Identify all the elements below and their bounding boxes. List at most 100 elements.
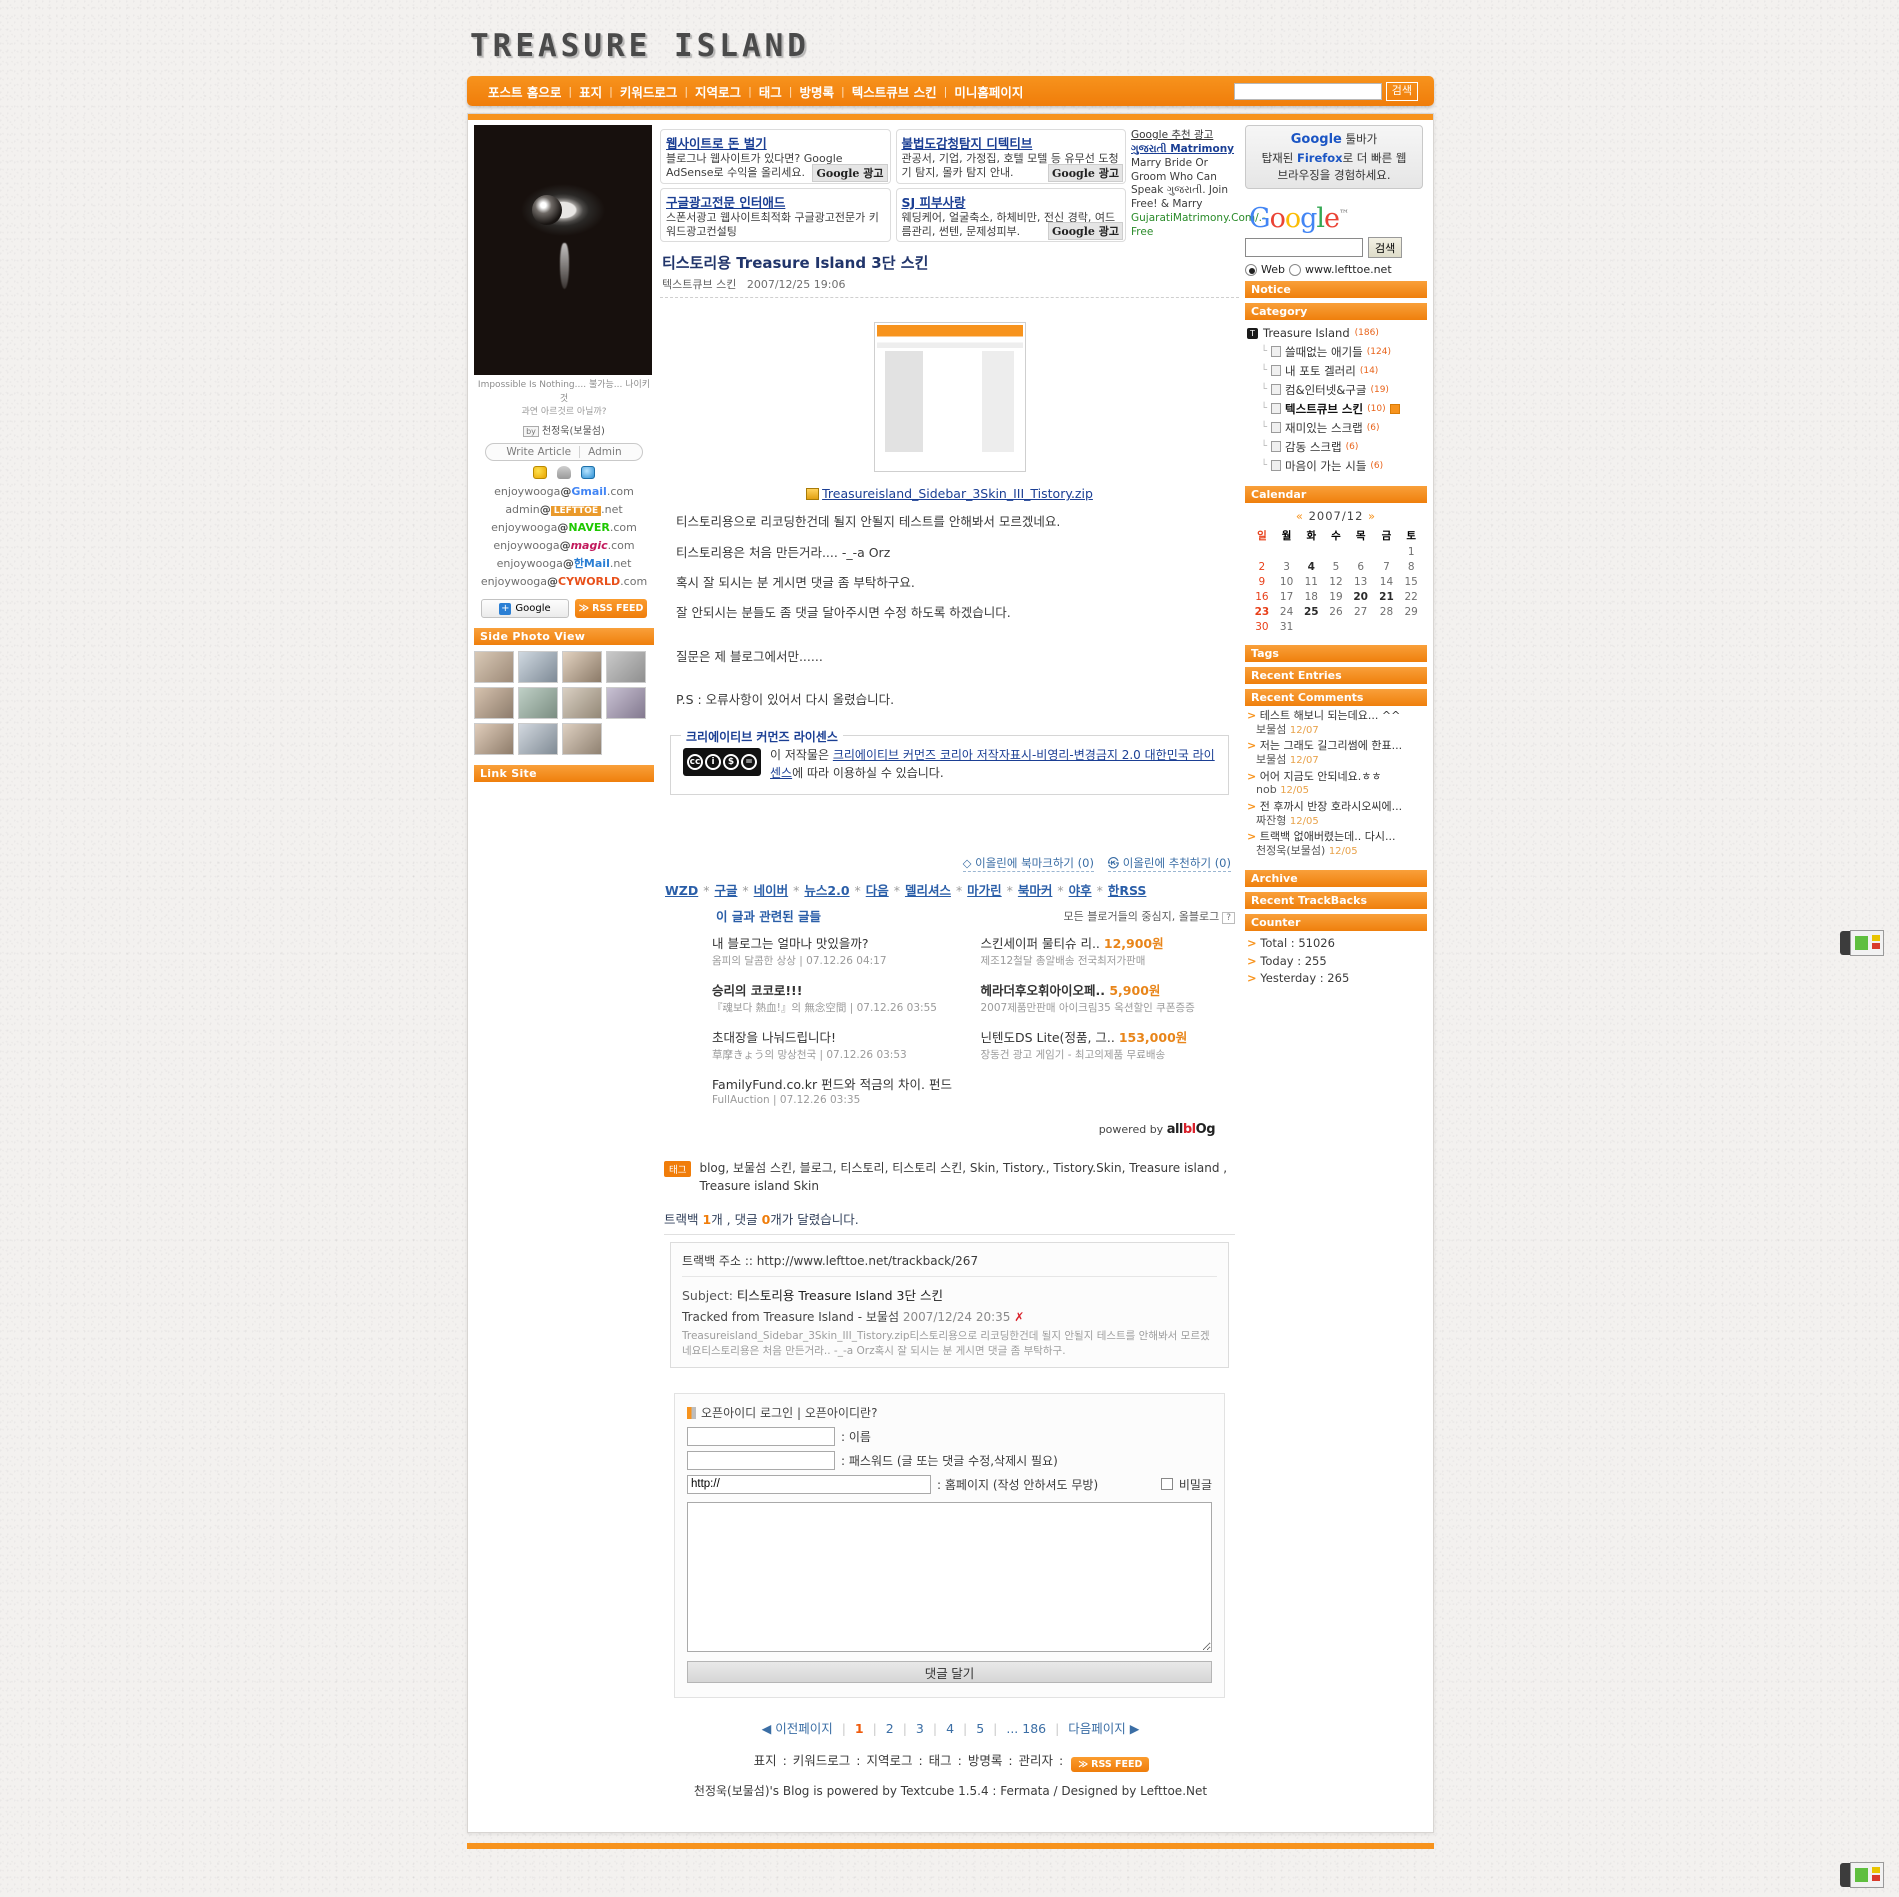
openid-what-link[interactable]: 오픈아이디란? xyxy=(805,1406,878,1420)
tag-list[interactable]: blog, 보물섬 스킨, 블로그, 티스토리, 티스토리 스킨, Skin, … xyxy=(699,1159,1235,1195)
category-item-4[interactable]: └ 재미있는 스크랩 (6) xyxy=(1247,418,1427,437)
product-title[interactable]: 스킨세이퍼 물티슈 리.. 12,900원 xyxy=(981,933,1236,952)
google-firefox-promo[interactable]: Google 툴바가 탑재된 Firefox로 더 빠른 웹 브라우징을 경험하… xyxy=(1245,125,1423,190)
calendar-day[interactable]: 21 xyxy=(1374,589,1400,604)
ad-product-item[interactable]: 헤라더후오휘아이오페.. 5,900원 2007제품만판매 아이크림35 옥션할… xyxy=(981,980,1236,1015)
calendar-day[interactable]: 20 xyxy=(1348,589,1374,604)
page-ellipsis[interactable]: ... 186 xyxy=(1006,1721,1046,1736)
ad-product-item[interactable]: 스킨세이퍼 물티슈 리.. 12,900원 제조12철달 총알배송 전국최저가판… xyxy=(981,933,1236,968)
sns-delicious[interactable]: 델리셔스 xyxy=(905,883,951,898)
footer-cover[interactable]: 표지 xyxy=(754,1753,777,1768)
nav-item-cover[interactable]: 표지 xyxy=(572,82,609,101)
sns-magarin[interactable]: 마가린 xyxy=(967,883,1002,898)
comment-textarea[interactable] xyxy=(687,1501,1212,1652)
sns-bookmarker[interactable]: 북마커 xyxy=(1018,883,1053,898)
recent-entries-header[interactable]: Recent Entries xyxy=(1245,667,1427,685)
nav-item-guestbook[interactable]: 방명록 xyxy=(793,82,842,101)
add-to-google-button[interactable]: + Google xyxy=(481,599,569,619)
sns-yahoo[interactable]: 야후 xyxy=(1069,883,1092,898)
ad-card[interactable]: SJ 피부사랑 웨딩케어, 얼굴축소, 하체비만, 전신 경락, 여드름관리, … xyxy=(895,187,1126,243)
recent-comment[interactable]: > 전 후까시 반장 호라시오씨에... 짜잔형 12/05 xyxy=(1247,800,1425,828)
header-search-input[interactable] xyxy=(1233,83,1382,100)
ad-title[interactable]: SJ 피부사랑 xyxy=(902,192,1121,211)
footer-rss-button[interactable]: ≫ RSS FEED xyxy=(1071,1756,1150,1772)
category-item-1[interactable]: └ 내 포토 겔러리 (14) xyxy=(1247,361,1427,380)
footer-guestbook[interactable]: 방명록 xyxy=(968,1753,1003,1768)
nav-item-tags[interactable]: 태그 xyxy=(752,82,789,101)
thumbnail[interactable] xyxy=(518,687,558,720)
recommended-ad-link[interactable]: ગુજરાતી Matrimony xyxy=(1131,143,1239,157)
category-root[interactable]: T Treasure Island (186) xyxy=(1247,324,1427,342)
allim-recommend-link[interactable]: ㉿ 이올린에 추천하기 (0) xyxy=(1107,856,1231,873)
related-title[interactable]: 내 블로그는 얼마나 맛있을까? xyxy=(712,933,967,952)
nav-item-locationlog[interactable]: 지역로그 xyxy=(688,82,748,101)
ad-title[interactable]: 웹사이트로 돈 벌기 xyxy=(666,133,885,152)
sns-news20[interactable]: 뉴스2.0 xyxy=(804,883,849,898)
nav-item-textcube-skin[interactable]: 텍스트큐브 스킨 xyxy=(845,82,944,101)
recent-comment[interactable]: > 트랙백 없애버렸는데.. 다시... 천정욱(보물섬) 12/05 xyxy=(1247,830,1425,858)
thumbnail[interactable] xyxy=(606,687,646,720)
tags-header[interactable]: Tags xyxy=(1245,645,1427,663)
radio-web[interactable] xyxy=(1245,263,1257,276)
secret-toggle[interactable]: 비밀글 xyxy=(1160,1476,1212,1493)
recent-comment[interactable]: > 테스트 해보니 되는데요... ^^ 보물섬 12/07 xyxy=(1247,709,1425,737)
thumbnail[interactable] xyxy=(474,651,514,684)
calendar-day[interactable]: 23 xyxy=(1249,604,1275,619)
category-header[interactable]: Category xyxy=(1245,303,1427,321)
related-title[interactable]: 승리의 코코로!!! xyxy=(712,980,967,999)
category-item-5[interactable]: └ 감동 스크랩 (6) xyxy=(1247,437,1427,456)
openid-login-link[interactable]: 오픈아이디 로그인 xyxy=(701,1406,793,1420)
page-3[interactable]: 3 xyxy=(916,1721,924,1736)
ad-card[interactable]: 구글광고전문 인터애드 스폰서광고 웹사이트최적화 구글광고전문가 키워드광고컨… xyxy=(660,187,891,243)
page-2[interactable]: 2 xyxy=(886,1721,894,1736)
archive-header[interactable]: Archive xyxy=(1245,870,1427,888)
thumbnail[interactable] xyxy=(474,723,514,756)
name-input[interactable] xyxy=(687,1426,835,1446)
category-item-6[interactable]: └ 마음이 가는 시들 (6) xyxy=(1247,456,1427,475)
ad-card[interactable]: 웹사이트로 돈 벌기 블로그나 웹사이트가 있다면? Google AdSens… xyxy=(660,129,891,184)
related-item[interactable]: 내 블로그는 얼마나 맛있을까? 옴피의 달콤한 상상 | 07.12.26 0… xyxy=(712,933,967,968)
help-icon[interactable]: ? xyxy=(1222,911,1235,924)
thumbnail[interactable] xyxy=(518,651,558,684)
thumbnail[interactable] xyxy=(562,651,602,684)
ad-title[interactable]: 구글광고전문 인터애드 xyxy=(666,192,885,211)
page-4[interactable]: 4 xyxy=(946,1721,954,1736)
nav-item-keywordlog[interactable]: 키워드로그 xyxy=(613,82,685,101)
thumbnail[interactable] xyxy=(562,723,602,756)
floating-widget-bottom[interactable] xyxy=(1840,1862,1884,1888)
product-title[interactable]: 닌텐도DS Lite(정품, 그.. 153,000원 xyxy=(981,1027,1236,1046)
trackback-subject[interactable]: 티스토리용 Treasure Island 3단 스킨 xyxy=(737,1288,943,1303)
allim-bookmark-link[interactable]: ◇ 이올린에 북마크하기 (0) xyxy=(962,856,1094,873)
widget-tab[interactable] xyxy=(1840,1863,1850,1887)
widget-pane[interactable] xyxy=(1850,1862,1884,1888)
prev-page-link[interactable]: ◀ 이전페이지 xyxy=(762,1721,833,1736)
sns-google[interactable]: 구글 xyxy=(714,883,737,898)
delete-icon[interactable]: ✗ xyxy=(1014,1310,1024,1324)
rss-feed-button[interactable]: ≫ RSS FEED xyxy=(575,599,647,619)
header-search-button[interactable]: 검색 xyxy=(1385,82,1418,101)
submit-comment-button[interactable]: 댓글 달기 xyxy=(687,1660,1212,1683)
category-item-2[interactable]: └ 컴&인터넷&구글 (19) xyxy=(1247,380,1427,399)
related-title[interactable]: FamilyFund.co.kr 펀드와 적금의 차이. 펀드 xyxy=(712,1074,967,1093)
talk-icon[interactable] xyxy=(581,465,595,479)
related-title[interactable]: 초대장을 나눠드립니다! xyxy=(712,1027,967,1046)
footer-admin[interactable]: 관리자 xyxy=(1019,1753,1054,1768)
admin-link[interactable]: Admin xyxy=(588,446,621,458)
sns-hanrss[interactable]: 한RSS xyxy=(1108,883,1147,898)
footer-tags[interactable]: 태그 xyxy=(929,1753,952,1768)
person-icon[interactable] xyxy=(557,465,571,479)
ad-product-item[interactable]: 닌텐도DS Lite(정품, 그.. 153,000원 장동건 광고 게임기 -… xyxy=(981,1027,1236,1062)
widget-tab[interactable] xyxy=(1840,931,1850,955)
secret-checkbox[interactable] xyxy=(1160,1478,1173,1491)
footer-locationlog[interactable]: 지역로그 xyxy=(866,1753,912,1768)
category-item-0[interactable]: └ 쓸때없는 애기들 (124) xyxy=(1247,342,1427,361)
floating-widget-top[interactable] xyxy=(1840,930,1884,956)
homepage-input[interactable] xyxy=(687,1474,931,1494)
trackback-address[interactable]: http://www.lefttoe.net/trackback/267 xyxy=(757,1254,978,1268)
recent-comment[interactable]: > 저는 그래도 길그리썸에 한표... 보물섬 12/07 xyxy=(1247,739,1425,767)
thumbnail[interactable] xyxy=(474,687,514,720)
thumbnail[interactable] xyxy=(606,651,646,684)
page-1[interactable]: 1 xyxy=(855,1721,864,1736)
footer-keywordlog[interactable]: 키워드로그 xyxy=(793,1753,851,1768)
write-article-link[interactable]: Write Article xyxy=(506,446,571,458)
